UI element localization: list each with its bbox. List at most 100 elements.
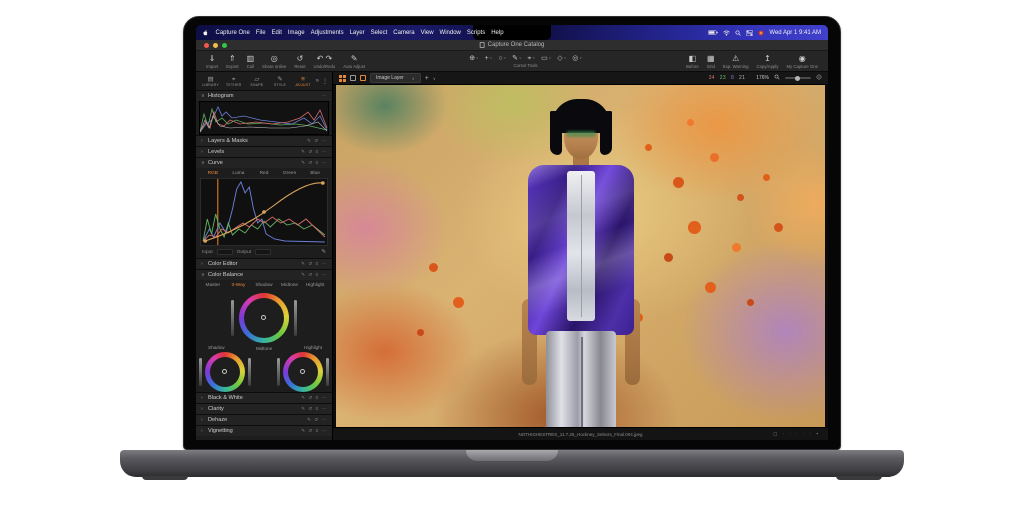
panel-menu-icons[interactable]: ✎ ↺ ≡ ⋯	[301, 395, 327, 401]
wheel-handle[interactable]	[261, 315, 266, 320]
saturation-slider[interactable]	[199, 358, 202, 386]
toolbar-button[interactable]: ◉ My Capture One	[784, 54, 820, 69]
tabs-menu-icon[interactable]: ⋮	[322, 78, 328, 85]
panel-header[interactable]: › Clarity ✎ ↺ ≡ ⋯	[196, 403, 332, 414]
toolbar-button[interactable]: ◧ Before	[684, 54, 701, 69]
control-center-icon[interactable]	[746, 30, 753, 36]
zoom-level[interactable]: 176%	[756, 75, 769, 81]
panel-header[interactable]: › Dehaze ✎ ↺ ⋯	[196, 414, 332, 425]
toolbar-button[interactable]: ↺ Reset	[292, 54, 307, 69]
menu-item[interactable]: Layer	[347, 30, 367, 36]
compare-view-icon[interactable]	[360, 75, 366, 81]
toolbar-button[interactable]: ▥ Cull	[245, 54, 257, 69]
color-balance-tab[interactable]: Master	[201, 283, 225, 288]
lightness-slider[interactable]	[248, 358, 251, 386]
menu-item[interactable]: Adjustments	[308, 30, 346, 36]
layer-dropdown[interactable]: Image Layer ∨	[370, 73, 421, 83]
fit-screen-icon[interactable]	[816, 74, 822, 82]
panel-header-color-balance[interactable]: ∨ Color Balance ✎ ↺ ≡ ⋯	[196, 269, 332, 280]
toolbar-button[interactable]: ↥ Copy/Apply	[754, 54, 780, 69]
curve-channel-tab[interactable]: RGB	[201, 171, 225, 176]
panel-header-curve[interactable]: ∨ Curve ✎ ↺ ≡ ⋯	[196, 157, 332, 168]
panel-menu-icons[interactable]: ✎ ↺ ≡ ⋯	[301, 428, 327, 434]
panel-header[interactable]: › Black & White ✎ ↺ ≡ ⋯	[196, 392, 332, 403]
panel-menu-icons[interactable]: ✎ ↺ ≡ ⋯	[301, 261, 327, 267]
lightness-slider[interactable]	[326, 358, 329, 386]
tool-tab[interactable]: ⌖ TETHER	[223, 76, 244, 87]
menu-item[interactable]: View	[418, 30, 436, 36]
panel-menu-icons[interactable]: ⋯	[321, 93, 327, 99]
panel-menu-icons[interactable]: ✎ ↺ ≡ ⋯	[301, 160, 327, 166]
tool-tab[interactable]: ✎ STYLE	[269, 76, 290, 87]
battery-icon[interactable]	[708, 30, 718, 35]
curve-graph[interactable]	[200, 178, 328, 246]
toolbar-button[interactable]: ✎ Auto Adjust	[341, 54, 367, 69]
wheel-handle[interactable]	[222, 369, 227, 374]
tool-tab[interactable]: ≡ ADJUST	[293, 76, 314, 87]
toolbar-button[interactable]: ◎ Share online	[260, 54, 288, 69]
cursor-tool-icon[interactable]: ◇	[557, 54, 566, 63]
search-icon[interactable]	[735, 30, 741, 36]
saturation-slider[interactable]	[277, 358, 280, 386]
panel-menu-icons[interactable]: ✎ ↺ ⋯	[307, 417, 327, 423]
panel-menu-icons[interactable]: ✎ ↺ ≡ ⋯	[301, 149, 327, 155]
zoom-slider-handle[interactable]	[795, 76, 800, 81]
cursor-tool-icon[interactable]: ▭	[541, 54, 551, 63]
toolbar-button[interactable]: ⇓ Import	[204, 54, 220, 69]
add-layer-button[interactable]: +	[425, 75, 429, 82]
panel-header-levels[interactable]: › Levels ✎ ↺ ≡ ⋯	[196, 146, 332, 157]
menu-bar-clock[interactable]: Wed Apr 1 9:41 AM	[769, 30, 821, 36]
panel-header-histogram[interactable]: ∨ Histogram ⋯	[196, 90, 332, 101]
cursor-tool-icon[interactable]: ⊕	[469, 54, 478, 63]
tool-tab[interactable]: ▤ LIBRARY	[200, 76, 221, 87]
tool-tab[interactable]: ▱ SHAPE	[246, 76, 267, 87]
curve-pick-icon[interactable]: ✎	[321, 249, 326, 255]
close-button[interactable]	[204, 43, 209, 48]
panel-header-layers[interactable]: › Layers & Masks ✎ ↺ ⋯	[196, 135, 332, 146]
wheel-handle[interactable]	[300, 369, 305, 374]
cursor-tool-icon[interactable]: +	[485, 54, 493, 63]
menu-item[interactable]: Scripts	[464, 30, 487, 36]
toolbar-button[interactable]: ↶ ↷ Undo/Redo	[312, 54, 338, 69]
menu-item[interactable]: Camera	[391, 30, 417, 36]
curve-channel-tab[interactable]: Blue	[303, 171, 327, 176]
toolbar-button[interactable]: ▦ Grid	[705, 54, 717, 69]
cursor-tool-icon[interactable]: ◎	[572, 54, 582, 63]
menu-item[interactable]: Image	[285, 30, 307, 36]
panel-menu-icons[interactable]: ✎ ↺ ≡ ⋯	[301, 272, 327, 278]
menu-item[interactable]: Edit	[269, 30, 284, 36]
zoom-slider[interactable]	[785, 77, 811, 79]
color-balance-tab[interactable]: 3-Way	[227, 283, 251, 288]
curve-channel-tab[interactable]: Luma	[227, 171, 251, 176]
panel-header[interactable]: › Vignetting ✎ ↺ ≡ ⋯	[196, 425, 332, 436]
curve-output-value[interactable]	[255, 249, 271, 255]
lightness-slider[interactable]	[294, 300, 297, 336]
highlight-color-wheel[interactable]	[283, 352, 323, 392]
toolbar-button[interactable]: ⇑ Export	[224, 54, 240, 69]
magnifier-icon[interactable]	[774, 74, 780, 82]
add-layer-caret-icon[interactable]: ∨	[433, 76, 436, 81]
filmstrip-controls[interactable]: ▢ · · · · · ▪	[773, 431, 820, 437]
curve-channel-tab[interactable]: Red	[252, 171, 276, 176]
color-balance-tab[interactable]: Midtone	[278, 283, 302, 288]
saturation-slider[interactable]	[231, 300, 234, 336]
shadow-color-wheel[interactable]	[205, 352, 245, 392]
panel-header-color-editor[interactable]: › Color Editor ✎ ↺ ≡ ⋯	[196, 258, 332, 269]
midtone-color-wheel[interactable]	[239, 293, 289, 343]
menu-item[interactable]: Window	[437, 30, 463, 36]
color-balance-tab[interactable]: Shadow	[252, 283, 276, 288]
thumbnail-grid-icon[interactable]	[339, 75, 346, 82]
toolbar-button[interactable]: ⚠ Exp. Warning	[721, 54, 751, 69]
viewer-canvas[interactable]	[333, 85, 828, 427]
panel-menu-icons[interactable]: ✎ ↺ ≡ ⋯	[301, 406, 327, 412]
capture-one-status-icon[interactable]	[758, 30, 764, 36]
zoom-button[interactable]	[222, 43, 227, 48]
minimize-button[interactable]	[213, 43, 218, 48]
wifi-icon[interactable]	[723, 30, 730, 36]
tabs-overflow-icon[interactable]: »	[316, 78, 319, 84]
curve-input-value[interactable]	[217, 249, 233, 255]
menu-item[interactable]: Capture One	[213, 30, 252, 36]
cursor-tool-icon[interactable]: ✎	[512, 54, 521, 63]
menu-item[interactable]: Help	[489, 30, 506, 36]
panel-menu-icons[interactable]: ✎ ↺ ⋯	[307, 138, 327, 144]
